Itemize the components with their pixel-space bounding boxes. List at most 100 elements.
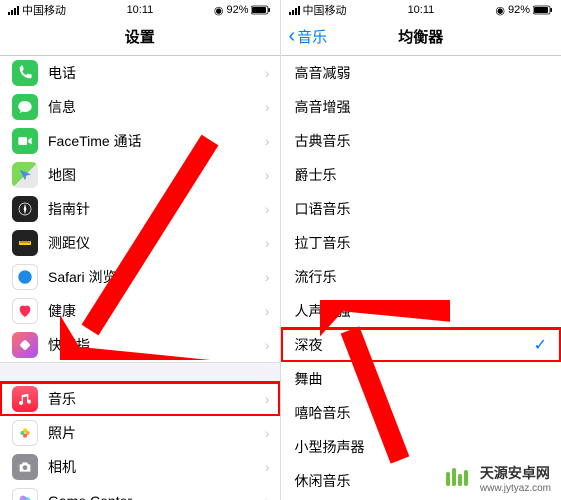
row-maps[interactable]: 地图›	[0, 158, 280, 192]
facetime-icon	[12, 128, 38, 154]
safari-icon	[12, 264, 38, 290]
row-label: 信息	[48, 97, 265, 117]
chevron-right-icon: ›	[265, 391, 270, 407]
eq-option[interactable]: 高音增强	[281, 90, 561, 124]
row-label: 舞曲	[295, 369, 561, 389]
row-label: 流行乐	[295, 267, 561, 287]
eq-option[interactable]: 爵士乐	[281, 158, 561, 192]
row-label: 嘻哈音乐	[295, 403, 561, 423]
compass-icon	[12, 196, 38, 222]
row-label: Game Center	[48, 493, 265, 500]
status-bar: 中国移动 10:11 ◉ 92%	[281, 0, 561, 18]
nav-bar-settings: 设置	[0, 18, 280, 56]
row-label: 照片	[48, 423, 265, 443]
music-icon	[12, 386, 38, 412]
settings-pane: 中国移动 10:11 ◉ 92% 设置 电话› 信息› FaceTime 通话›…	[0, 0, 281, 500]
row-label: FaceTime 通话	[48, 131, 265, 151]
battery-label: 92%	[508, 4, 530, 16]
battery-icon	[251, 5, 271, 15]
eq-option[interactable]: 舞曲	[281, 362, 561, 396]
gamecenter-icon	[12, 488, 38, 500]
chevron-right-icon: ›	[265, 493, 270, 500]
eq-option[interactable]: 嘻哈音乐	[281, 396, 561, 430]
health-icon	[12, 298, 38, 324]
chevron-right-icon: ›	[265, 99, 270, 115]
battery-label: 92%	[226, 4, 248, 16]
row-camera[interactable]: 相机›	[0, 450, 280, 484]
row-label: 古典音乐	[295, 131, 561, 151]
watermark-logo-icon	[442, 462, 474, 494]
camera-icon	[12, 454, 38, 480]
eq-option[interactable]: 人声增强	[281, 294, 561, 328]
row-label: 高音增强	[295, 97, 561, 117]
maps-icon	[12, 162, 38, 188]
row-measure[interactable]: 测距仪›	[0, 226, 280, 260]
chevron-left-icon: ‹	[289, 25, 296, 48]
eq-title: 均衡器	[398, 26, 443, 47]
chevron-right-icon: ›	[265, 303, 270, 319]
eq-option[interactable]: 口语音乐	[281, 192, 561, 226]
watermark-url: www.jytyaz.com	[480, 483, 551, 494]
row-label: 电话	[48, 63, 265, 83]
row-health[interactable]: 健康›	[0, 294, 280, 328]
row-label: 爵士乐	[295, 165, 561, 185]
eq-option[interactable]: 小型扬声器	[281, 430, 561, 464]
charging-icon: ◉	[495, 4, 505, 17]
row-phone[interactable]: 电话›	[0, 56, 280, 90]
settings-list[interactable]: 电话› 信息› FaceTime 通话› 地图› 指南针› 测距仪› Safar…	[0, 56, 280, 500]
chevron-right-icon: ›	[265, 133, 270, 149]
status-time: 10:11	[408, 4, 435, 16]
checkmark-icon: ✓	[534, 335, 547, 355]
chevron-right-icon: ›	[265, 167, 270, 183]
row-label: 拉丁音乐	[295, 233, 561, 253]
eq-list[interactable]: 高音减弱 高音增强 古典音乐 爵士乐 口语音乐 拉丁音乐 流行乐 人声增强 深夜…	[281, 56, 561, 500]
row-facetime[interactable]: FaceTime 通话›	[0, 124, 280, 158]
row-label: 健康	[48, 301, 265, 321]
carrier-label: 中国移动	[22, 2, 66, 18]
section-gap	[0, 362, 280, 382]
row-gamecenter[interactable]: Game Center›	[0, 484, 280, 500]
photos-icon	[12, 420, 38, 446]
row-label: 指南针	[48, 199, 265, 219]
carrier-label: 中国移动	[303, 2, 347, 18]
eq-option[interactable]: 流行乐	[281, 260, 561, 294]
chevron-right-icon: ›	[265, 269, 270, 285]
chevron-right-icon: ›	[265, 235, 270, 251]
row-photos[interactable]: 照片›	[0, 416, 280, 450]
eq-option[interactable]: 高音减弱	[281, 56, 561, 90]
row-label: 小型扬声器	[295, 437, 561, 457]
row-label: 高音减弱	[295, 63, 561, 83]
eq-option-selected[interactable]: 深夜✓	[281, 328, 561, 362]
row-label: 口语音乐	[295, 199, 561, 219]
chevron-right-icon: ›	[265, 337, 270, 353]
eq-option[interactable]: 拉丁音乐	[281, 226, 561, 260]
row-music[interactable]: 音乐›	[0, 382, 280, 416]
back-button[interactable]: ‹ 音乐	[289, 25, 328, 48]
nav-bar-eq: ‹ 音乐 均衡器	[281, 18, 561, 56]
measure-icon	[12, 230, 38, 256]
row-label: 测距仪	[48, 233, 265, 253]
settings-title: 设置	[125, 26, 155, 47]
signal-icon	[8, 6, 19, 15]
eq-option[interactable]: 古典音乐	[281, 124, 561, 158]
row-messages[interactable]: 信息›	[0, 90, 280, 124]
shortcuts-icon	[12, 332, 38, 358]
chevron-right-icon: ›	[265, 65, 270, 81]
chevron-right-icon: ›	[265, 459, 270, 475]
row-label: Safari 浏览器	[48, 267, 265, 287]
status-time: 10:11	[127, 4, 154, 16]
row-label: 快捷指	[48, 335, 265, 355]
eq-pane: 中国移动 10:11 ◉ 92% ‹ 音乐 均衡器 高音减弱 高音增强 古典音乐…	[281, 0, 561, 500]
watermark: 天源安卓网 www.jytyaz.com	[442, 462, 551, 494]
messages-icon	[12, 94, 38, 120]
row-label: 地图	[48, 165, 265, 185]
signal-icon	[289, 6, 300, 15]
row-compass[interactable]: 指南针›	[0, 192, 280, 226]
row-label: 相机	[48, 457, 265, 477]
row-shortcuts[interactable]: 快捷指›	[0, 328, 280, 362]
row-label: 音乐	[48, 389, 265, 409]
row-safari[interactable]: Safari 浏览器›	[0, 260, 280, 294]
phone-icon	[12, 60, 38, 86]
chevron-right-icon: ›	[265, 425, 270, 441]
row-label: 深夜	[295, 335, 534, 355]
